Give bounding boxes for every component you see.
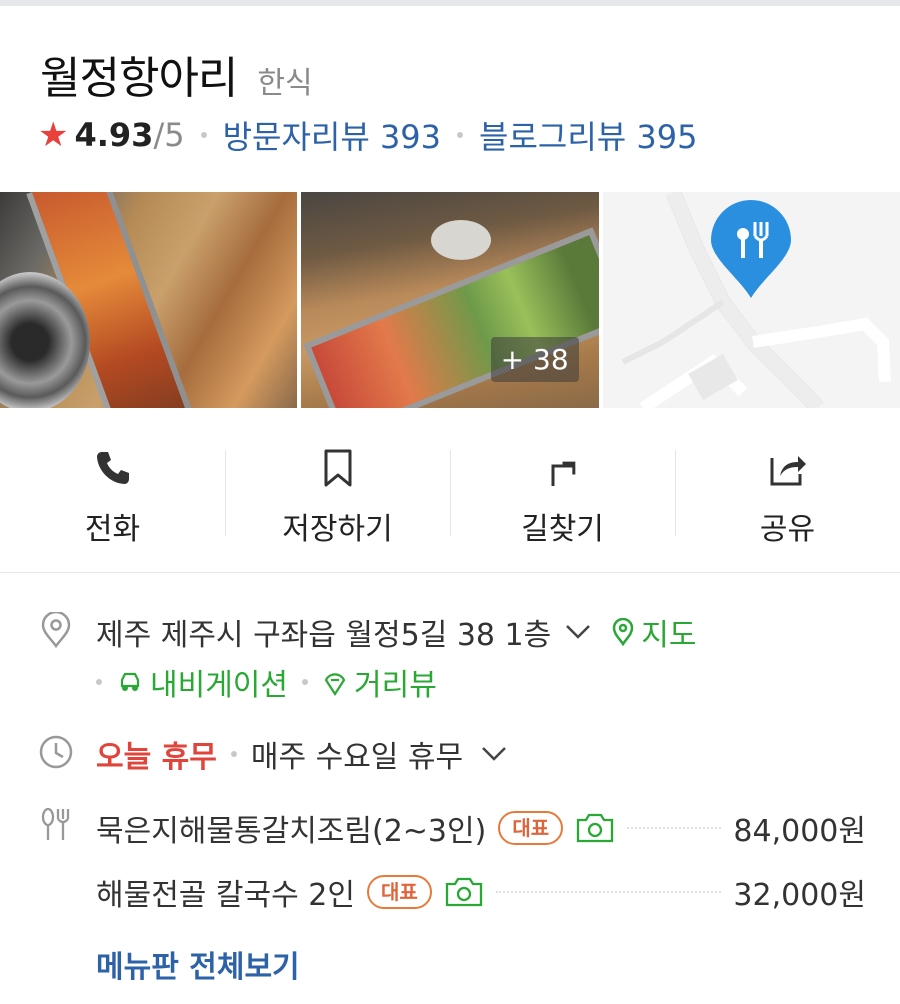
navigation-link[interactable]: 내비게이션: [116, 660, 288, 704]
navigation-row: 내비게이션 거리뷰: [96, 660, 437, 704]
map-link-label: 지도: [641, 618, 697, 653]
gallery-photo-2[interactable]: + 38: [301, 192, 599, 408]
location-pin-icon: [41, 612, 71, 648]
rating-row: ★ 4.93 /5 방문자리뷰 393 블로그리뷰 395: [38, 112, 697, 158]
chevron-down-icon[interactable]: [481, 746, 507, 762]
bookmark-icon: [324, 449, 351, 487]
place-category: 한식: [257, 66, 313, 101]
chevron-down-icon[interactable]: [565, 624, 591, 640]
separator-dot: [230, 751, 237, 757]
signature-badge: 대표: [498, 811, 564, 845]
today-status: 오늘 휴무: [96, 740, 217, 775]
menu-item-price: 32,000원: [733, 878, 866, 913]
price-leader: [627, 827, 722, 829]
action-label-share: 공유: [759, 512, 816, 547]
phone-icon: [96, 452, 129, 484]
save-button[interactable]: 저장하기: [225, 430, 450, 550]
hours-row: 오늘 휴무 매주 수요일 휴무: [96, 732, 527, 776]
directions-button[interactable]: 길찾기: [450, 430, 675, 550]
separator-dot: [302, 679, 308, 685]
action-label-directions: 길찾기: [521, 512, 604, 547]
map-link[interactable]: 지도: [611, 610, 696, 654]
rating-max: /5: [153, 116, 185, 154]
directions-icon: [551, 461, 575, 486]
clock-icon: [39, 735, 73, 769]
star-icon: ★: [38, 115, 69, 155]
signature-badge: 대표: [366, 875, 432, 909]
restaurant-pin-icon: [709, 200, 793, 300]
rating-score: 4.93: [74, 116, 154, 154]
section-divider: [0, 572, 900, 573]
price-leader: [495, 891, 722, 893]
address-row: 제주 제주시 구좌읍 월정5길 38 1층 지도: [96, 610, 696, 654]
map-pin-icon: [612, 618, 634, 646]
action-bar: 전화 저장하기 길찾기 공유: [0, 430, 900, 550]
street-view-icon: [324, 673, 346, 696]
separator-dot: [200, 132, 207, 138]
blog-reviews-link[interactable]: 블로그리뷰 395: [479, 112, 697, 158]
camera-icon[interactable]: [575, 812, 615, 844]
camera-icon[interactable]: [444, 876, 484, 908]
menu-item-name: 묵은지해물통갈치조림(2~3인): [96, 814, 487, 849]
utensils-icon: [41, 807, 70, 840]
share-icon: [770, 456, 806, 486]
view-full-menu-link[interactable]: 메뉴판 전체보기: [96, 942, 300, 986]
place-name: 월정항아리: [40, 53, 238, 104]
action-label-save: 저장하기: [282, 512, 393, 547]
share-button[interactable]: 공유: [675, 430, 900, 550]
street-view-link[interactable]: 거리뷰: [322, 660, 437, 704]
address-text: 제주 제주시 구좌읍 월정5길 38 1층: [96, 618, 552, 653]
more-photos-badge: + 38: [490, 337, 579, 382]
top-bar: [0, 0, 900, 6]
gallery-photo-1[interactable]: [0, 192, 298, 408]
menu-item[interactable]: 해물전골 칼국수 2인 대표 32,000원: [96, 870, 866, 914]
separator-dot: [457, 132, 464, 138]
separator-dot: [96, 679, 102, 685]
street-view-link-label: 거리뷰: [354, 668, 437, 703]
title-row: 월정항아리 한식: [40, 42, 313, 106]
menu-item-price: 84,000원: [733, 814, 866, 849]
menu-item-name: 해물전골 칼국수 2인: [96, 878, 355, 913]
visitor-reviews-link[interactable]: 방문자리뷰 393: [223, 112, 441, 158]
navigation-link-label: 내비게이션: [150, 668, 288, 703]
menu-item[interactable]: 묵은지해물통갈치조림(2~3인) 대표 84,000원: [96, 806, 866, 850]
hours-detail: 매주 수요일 휴무: [250, 740, 464, 775]
car-icon: [120, 672, 140, 691]
action-label-call: 전화: [84, 512, 141, 547]
map-thumbnail[interactable]: [602, 192, 900, 408]
call-button[interactable]: 전화: [0, 430, 225, 550]
photo-gallery: + 38: [0, 192, 900, 408]
